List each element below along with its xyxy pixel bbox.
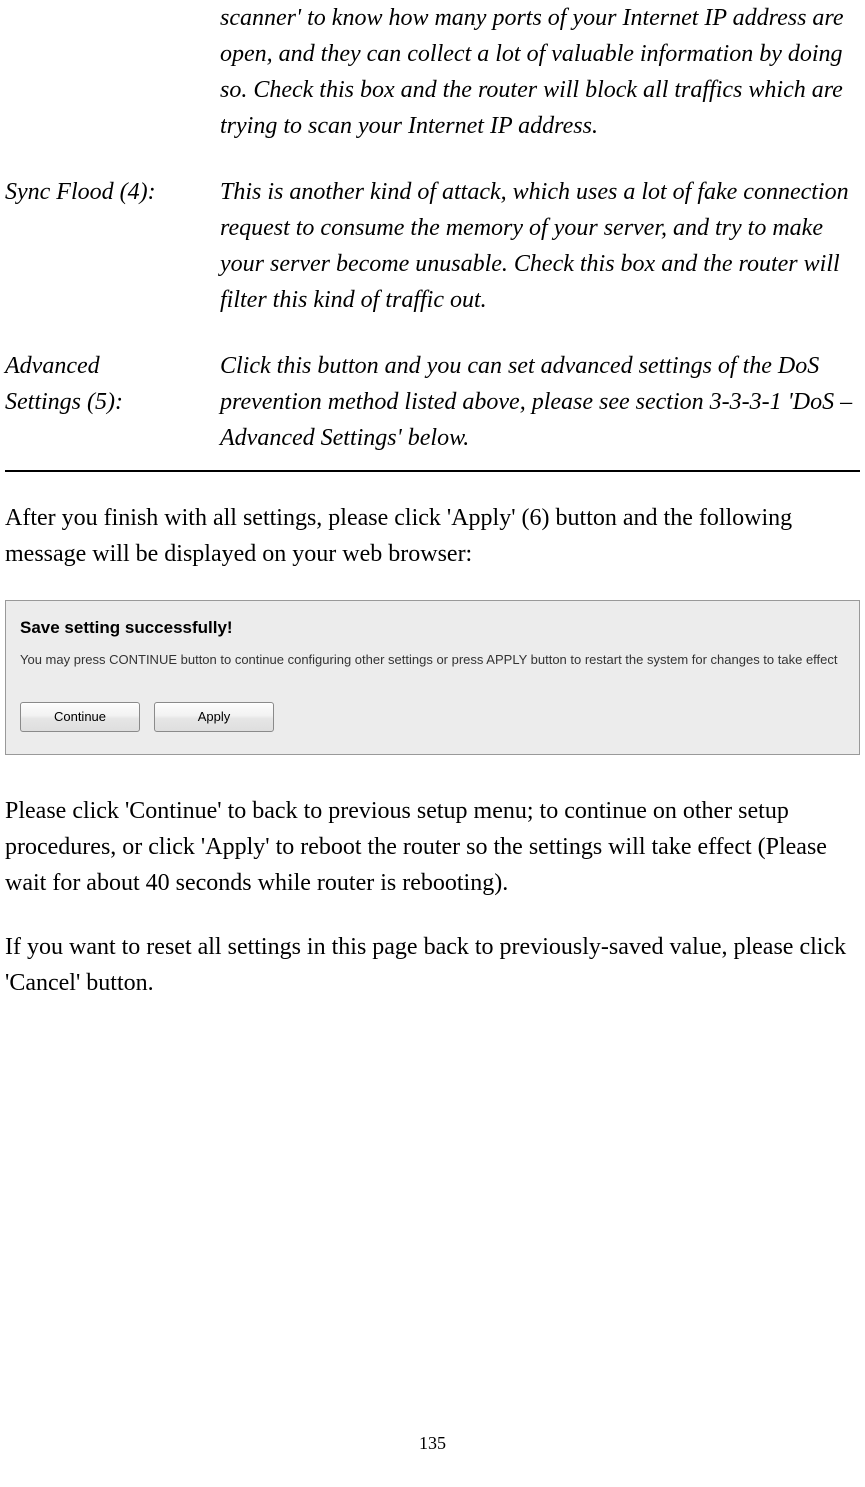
panel-title: Save setting successfully! (20, 615, 845, 641)
definition-row: Advanced Settings (5): Click this button… (5, 348, 860, 460)
definition-desc: scanner' to know how many ports of your … (220, 0, 860, 144)
paragraph-continue-apply: Please click 'Continue' to back to previ… (5, 793, 860, 901)
definition-label: Sync Flood (4): (5, 174, 220, 318)
definition-label (5, 0, 220, 144)
definition-label: Advanced Settings (5): (5, 348, 220, 456)
paragraph-cancel: If you want to reset all settings in thi… (5, 929, 860, 1001)
page-number: 135 (0, 1430, 865, 1457)
continue-button[interactable]: Continue (20, 702, 140, 732)
button-row: Continue Apply (20, 702, 845, 732)
apply-button[interactable]: Apply (154, 702, 274, 732)
divider-line (5, 470, 860, 472)
definition-label-line1: Advanced (5, 353, 100, 379)
save-success-panel: Save setting successfully! You may press… (5, 600, 860, 755)
definition-row: scanner' to know how many ports of your … (5, 0, 860, 144)
panel-message: You may press CONTINUE button to continu… (20, 651, 845, 669)
definition-desc: This is another kind of attack, which us… (220, 174, 860, 318)
definition-row: Sync Flood (4): This is another kind of … (5, 174, 860, 318)
definitions-table: scanner' to know how many ports of your … (5, 0, 860, 460)
definition-desc: Click this button and you can set advanc… (220, 348, 860, 456)
paragraph-apply-instruction: After you finish with all settings, plea… (5, 500, 860, 572)
definition-label-line2: Settings (5): (5, 389, 123, 415)
